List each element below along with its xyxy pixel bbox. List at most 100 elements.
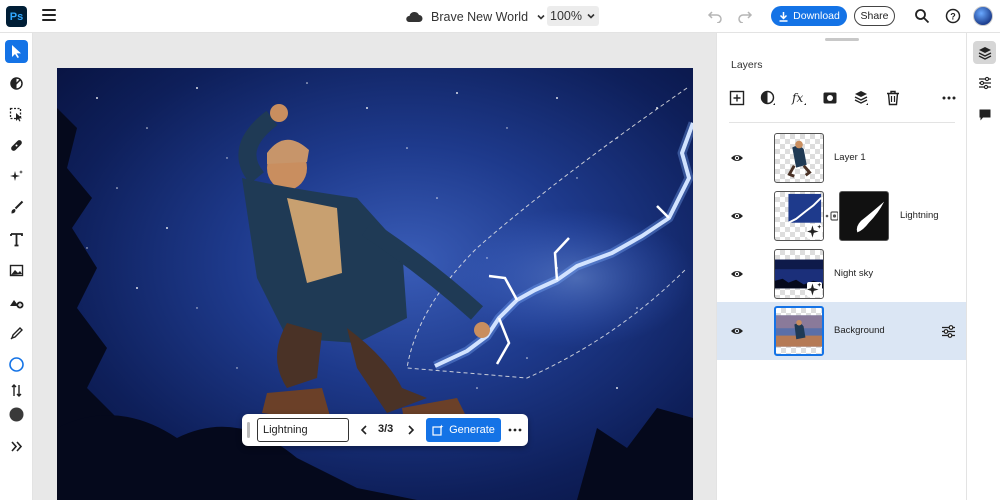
add-layer-icon[interactable]	[729, 90, 745, 106]
half-circle-icon	[10, 77, 23, 90]
background-color-swatch[interactable]	[5, 403, 28, 426]
tool-selection[interactable]	[5, 103, 28, 126]
more-icon[interactable]	[508, 427, 522, 433]
bandage-icon	[11, 140, 22, 151]
chevron-right-icon[interactable]	[405, 423, 417, 437]
generated-badge	[807, 282, 822, 297]
layer-row[interactable]: Lightning	[717, 187, 967, 245]
help-icon[interactable]: ?	[945, 8, 961, 24]
link-icon[interactable]	[824, 209, 838, 223]
menu-icon[interactable]	[42, 9, 56, 23]
right-rail	[966, 33, 1000, 500]
app-logo[interactable]: Ps	[6, 6, 27, 27]
search-icon[interactable]	[914, 8, 930, 24]
expand-toolbar[interactable]	[5, 435, 28, 458]
color-ring-icon	[9, 357, 24, 372]
swap-colors[interactable]	[5, 379, 28, 402]
generate-label: Generate	[449, 424, 495, 436]
layer-thumbnail	[774, 249, 824, 299]
properties-panel-toggle[interactable]	[973, 71, 996, 94]
layer-thumbnail	[774, 133, 824, 183]
zoom-value: 100%	[550, 9, 582, 23]
mask-thumbnail[interactable]	[839, 191, 889, 241]
download-button[interactable]: Download	[771, 6, 847, 26]
svg-text:fx: fx	[791, 91, 803, 105]
cloud-icon	[406, 11, 423, 22]
generated-badge	[807, 224, 822, 239]
sliders-icon	[978, 76, 991, 89]
tool-healing[interactable]	[5, 134, 28, 157]
tool-image[interactable]	[5, 259, 28, 282]
layer-row[interactable]: Night sky	[717, 245, 967, 303]
share-button[interactable]: Share	[854, 6, 895, 26]
tool-select[interactable]	[5, 40, 28, 63]
document-title: Brave New World	[431, 9, 529, 24]
zoom-dropdown[interactable]: 100%	[547, 6, 599, 26]
foreground-color-swatch[interactable]	[5, 353, 28, 376]
adjustment-layer-icon[interactable]	[760, 90, 776, 106]
top-bar: Ps Brave New World 100% Download Share ?	[0, 0, 1000, 33]
selection-icon	[9, 107, 22, 122]
chevron-left-icon[interactable]	[358, 423, 370, 437]
drag-handle[interactable]	[247, 422, 250, 438]
variation-counter: 3/3	[378, 423, 394, 435]
redo-icon[interactable]	[737, 9, 753, 23]
layers-panel: Layers fx Layer 1 Lightning Night sky Ba…	[716, 33, 967, 500]
layer-row-selected[interactable]: Background	[717, 302, 967, 360]
layer-name: Background	[834, 325, 885, 336]
sparkle-icon	[807, 224, 822, 238]
trash-icon[interactable]	[885, 90, 901, 106]
brush-icon	[11, 200, 24, 214]
undo-icon[interactable]	[707, 9, 723, 23]
swap-icon	[11, 384, 22, 397]
mask-icon[interactable]	[822, 90, 838, 106]
generate-button[interactable]: Generate	[426, 418, 501, 442]
layer-thumbnail	[774, 306, 824, 356]
type-icon	[10, 233, 23, 247]
share-label: Share	[860, 10, 889, 22]
eyedropper-icon	[10, 327, 23, 340]
chevron-down-icon	[587, 13, 595, 19]
eye-icon[interactable]	[730, 267, 744, 281]
layer-properties-icon[interactable]	[941, 324, 956, 339]
sparkle-icon	[807, 282, 822, 296]
jumping-person	[238, 104, 490, 438]
tool-place-image[interactable]	[5, 290, 28, 313]
tool-generative-fill[interactable]	[5, 165, 28, 188]
double-chevron-right-icon	[11, 441, 23, 452]
svg-text:?: ?	[950, 12, 956, 22]
left-toolbar	[0, 33, 33, 500]
document-canvas[interactable]: 3/3 Generate	[57, 68, 693, 500]
download-label: Download	[793, 10, 840, 22]
layers-panel-toggle[interactable]	[973, 41, 996, 64]
chevron-down-icon	[537, 14, 545, 20]
eye-icon[interactable]	[730, 151, 744, 165]
tool-eyedropper[interactable]	[5, 322, 28, 345]
panel-drag-handle[interactable]	[825, 38, 859, 41]
prompt-input[interactable]	[257, 418, 349, 442]
color-circle-icon	[9, 407, 24, 422]
avatar[interactable]	[973, 6, 993, 26]
add-image-icon	[10, 300, 24, 309]
more-icon[interactable]	[941, 90, 957, 106]
divider	[729, 122, 955, 123]
document-title-group[interactable]: Brave New World	[405, 6, 546, 27]
layer-stack-icon[interactable]	[853, 90, 869, 106]
layers-icon	[978, 46, 991, 60]
canvas-workspace: 3/3 Generate	[33, 33, 716, 500]
eye-icon[interactable]	[730, 209, 744, 223]
tool-adjustments[interactable]	[5, 72, 28, 95]
layer-thumbnail	[774, 191, 824, 241]
effects-icon[interactable]: fx	[791, 90, 807, 106]
comments-panel-toggle[interactable]	[973, 103, 996, 126]
layer-row[interactable]: Layer 1	[717, 129, 967, 187]
panel-title: Layers	[731, 59, 763, 71]
comment-icon	[979, 109, 990, 120]
image-icon	[9, 264, 24, 277]
tool-type[interactable]	[5, 228, 28, 251]
tool-brush[interactable]	[5, 196, 28, 219]
eye-icon[interactable]	[730, 324, 744, 338]
generative-fill-bar: 3/3 Generate	[242, 414, 528, 446]
layer-name: Night sky	[834, 268, 874, 279]
pointer-icon	[12, 45, 21, 58]
